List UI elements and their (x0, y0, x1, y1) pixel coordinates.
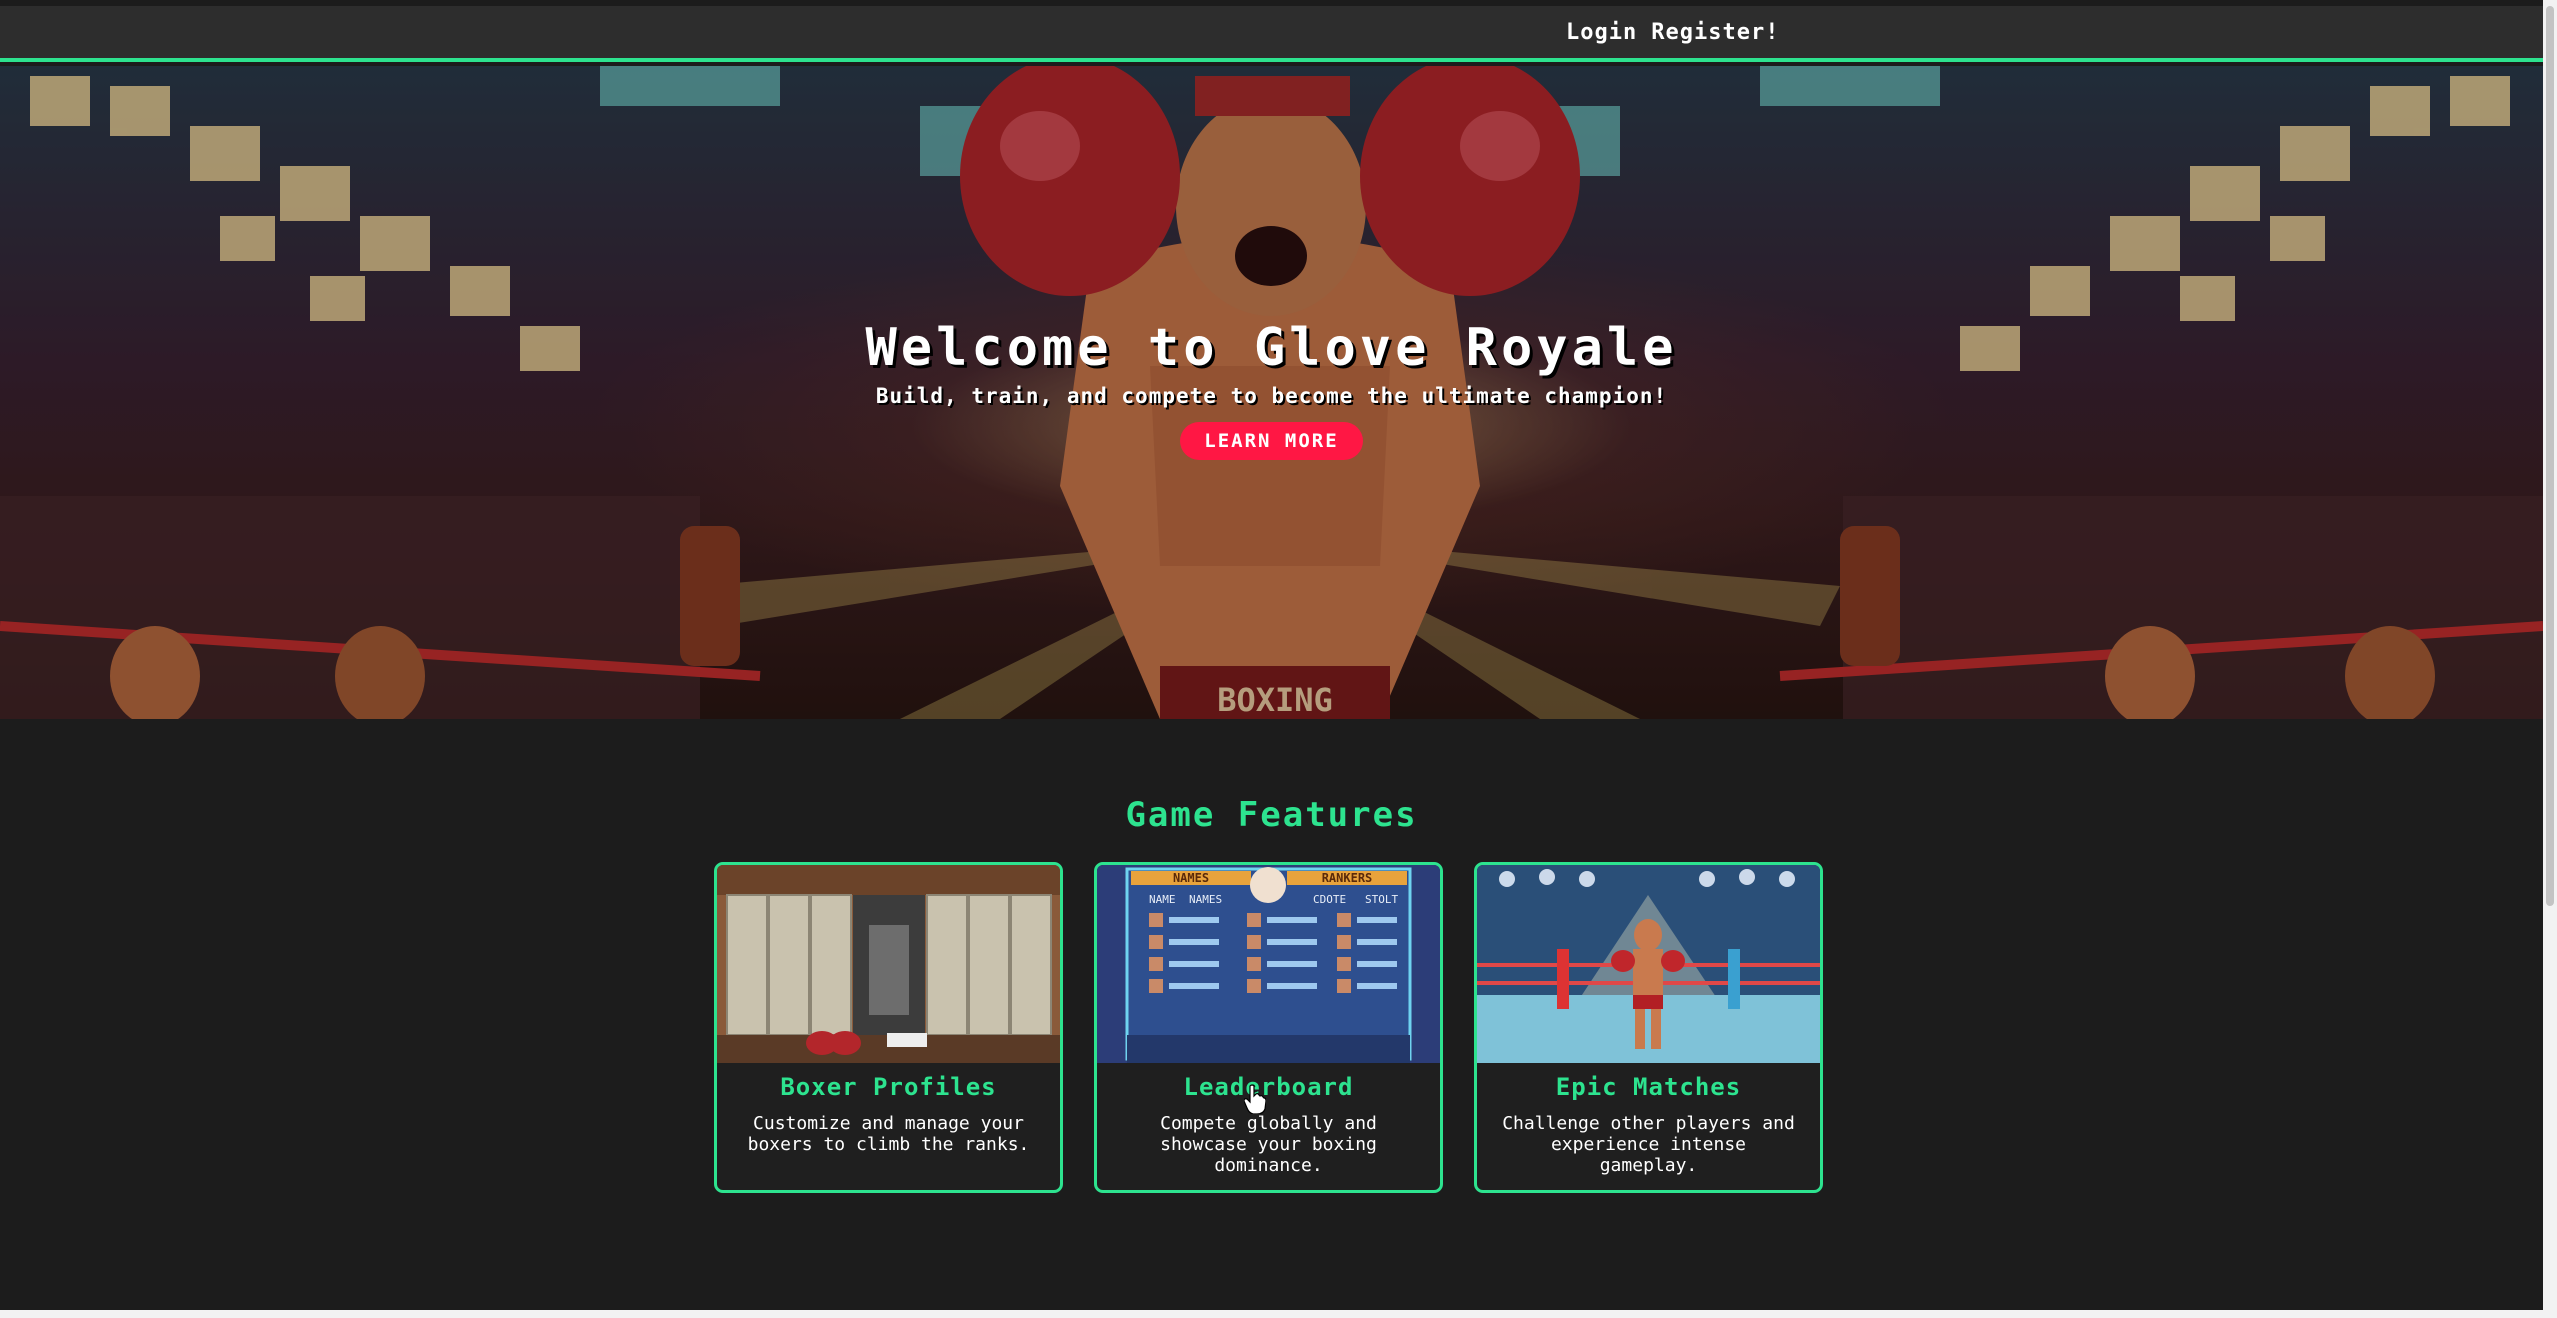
leaderboard-names-banner: NAMES (1173, 871, 1209, 885)
feature-cards: Boxer Profiles Customize and manage your… (714, 862, 1823, 1193)
register-link[interactable]: Register! (1651, 20, 1779, 45)
card-title: Leaderboard (1183, 1073, 1354, 1101)
leaderboard-col-names: NAMES (1189, 893, 1222, 906)
learn-more-button[interactable]: LEARN MORE (1180, 422, 1363, 460)
leaderboard-rankers-banner: RANKERS (1322, 871, 1373, 885)
card-description: Customize and manage your boxers to clim… (747, 1113, 1030, 1155)
feature-card-boxer-profiles[interactable]: Boxer Profiles Customize and manage your… (714, 862, 1063, 1193)
scrollbar-thumb[interactable] (2546, 6, 2554, 906)
card-description: Compete globally and showcase your boxin… (1160, 1113, 1377, 1176)
feature-card-epic-matches[interactable]: Epic Matches Challenge other players and… (1474, 862, 1823, 1193)
card-title: Epic Matches (1555, 1073, 1742, 1101)
hero-subtitle: Build, train, and compete to become the … (875, 384, 1668, 408)
hero-banner: BOXING Welcome to Glove Royale Build, tr… (0, 66, 2543, 719)
top-nav-bar: Login Register! (0, 6, 2543, 62)
locker-room-image (717, 865, 1060, 1063)
nav-links: Login Register! (1566, 20, 1779, 45)
leaderboard-col-stat: STOLT (1365, 893, 1398, 906)
hero-title: Welcome to Glove Royale (865, 318, 1678, 378)
leaderboard-col-score: CDOTE (1313, 893, 1346, 906)
card-title: Boxer Profiles (780, 1073, 997, 1101)
login-link[interactable]: Login (1566, 20, 1637, 45)
vertical-scrollbar[interactable] (2543, 0, 2557, 1318)
leaderboard-image: NAMES RANKERS NAME NAMES CDOTE STOLT (1097, 865, 1440, 1063)
boxing-ring-image (1477, 865, 1820, 1063)
feature-card-leaderboard[interactable]: NAMES RANKERS NAME NAMES CDOTE STOLT Lea… (1094, 862, 1443, 1193)
page: Login Register! BOXING Welcome to Glove … (0, 0, 2543, 1310)
card-description: Challenge other players and experience i… (1502, 1113, 1795, 1176)
leaderboard-col-name: NAME (1149, 893, 1176, 906)
hero-content: Welcome to Glove Royale Build, train, an… (0, 318, 2543, 460)
features-title: Game Features (1125, 795, 1418, 835)
